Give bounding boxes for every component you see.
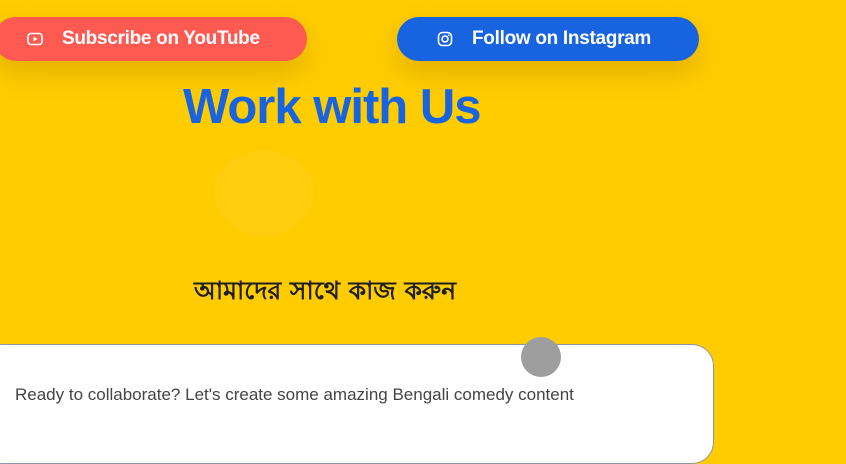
subscribe-youtube-label: Subscribe on YouTube: [62, 28, 260, 49]
youtube-icon: [26, 30, 44, 48]
collaboration-card: Ready to collaborate? Let's create some …: [0, 344, 714, 464]
follow-instagram-button[interactable]: Follow on Instagram: [397, 17, 699, 61]
page-title: Work with Us: [183, 80, 481, 134]
instagram-icon: [436, 30, 454, 48]
decorative-circle: [214, 150, 314, 236]
cursor-indicator: [521, 337, 561, 377]
subscribe-youtube-button[interactable]: Subscribe on YouTube: [0, 17, 307, 61]
collaboration-text: Ready to collaborate? Let's create some …: [15, 385, 574, 404]
follow-instagram-label: Follow on Instagram: [472, 28, 652, 49]
bengali-subtitle: আমাদের সাথে কাজ করুন: [194, 276, 457, 305]
